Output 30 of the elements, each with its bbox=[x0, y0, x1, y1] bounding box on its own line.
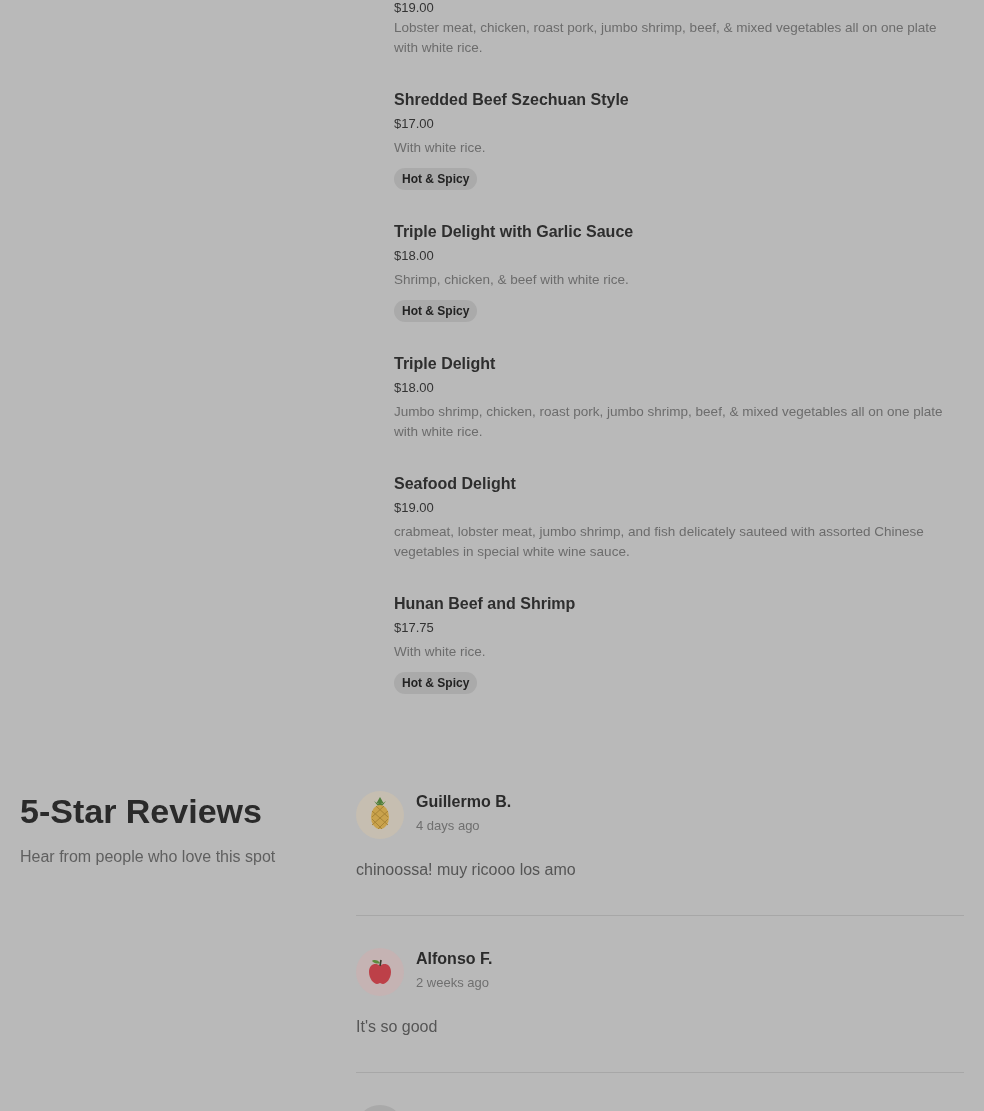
dish-description: With white rice. bbox=[394, 139, 487, 157]
tag: Hot & Spicy bbox=[394, 168, 478, 190]
dish-price: $18.00 bbox=[394, 248, 435, 264]
apple-icon bbox=[356, 948, 404, 996]
dish-description: Jumbo shrimp, chicken, roast pork, jumbo shrimp, beef, & mixed vegetables all on one plate with white rice. bbox=[394, 403, 944, 441]
dish-description: With white rice. bbox=[394, 643, 487, 661]
review-time: 2 weeks ago bbox=[416, 974, 490, 992]
section-title: 5-Star Reviews bbox=[20, 791, 263, 831]
tag: Hot & Spicy bbox=[394, 300, 478, 322]
dish-name: Triple Delight bbox=[394, 354, 497, 374]
dish-price: $17.75 bbox=[394, 620, 435, 636]
dish-price: $19.00 bbox=[394, 500, 435, 516]
dish-description: Shrimp, chicken, & beef with white rice. bbox=[394, 271, 630, 289]
reviewer-name: Guillermo B. bbox=[416, 792, 512, 812]
section-subtitle: Hear from people who love this spot bbox=[20, 847, 277, 867]
review-text: It's so good bbox=[356, 1017, 439, 1037]
dish-price: $18.00 bbox=[394, 380, 435, 396]
dish-price: $17.00 bbox=[394, 116, 435, 132]
dish-name: Hunan Beef and Shrimp bbox=[394, 594, 577, 614]
dish-name: Triple Delight with Garlic Sauce bbox=[394, 222, 635, 242]
tag: Hot & Spicy bbox=[394, 672, 478, 694]
review-time: 4 days ago bbox=[416, 817, 481, 835]
dish-description: Lobster meat, chicken, roast pork, jumbo shrimp, beef, & mixed vegetables all on one plate with white rice. bbox=[394, 19, 938, 57]
dish-description: crabmeat, lobster meat, jumbo shrimp, and fish delicately sauteed with assorted Chinese vegetables in special white wine sauce. bbox=[394, 523, 925, 561]
dish-name: Shredded Beef Szechuan Style bbox=[394, 90, 630, 110]
pineapple-icon bbox=[356, 791, 404, 839]
reviewer-name: Alfonso F. bbox=[416, 949, 493, 969]
dish-name: Seafood Delight bbox=[394, 474, 517, 494]
review-text: chinoossa! muy ricooo los amo bbox=[356, 860, 577, 880]
dish-price: $19.00 bbox=[394, 0, 435, 16]
